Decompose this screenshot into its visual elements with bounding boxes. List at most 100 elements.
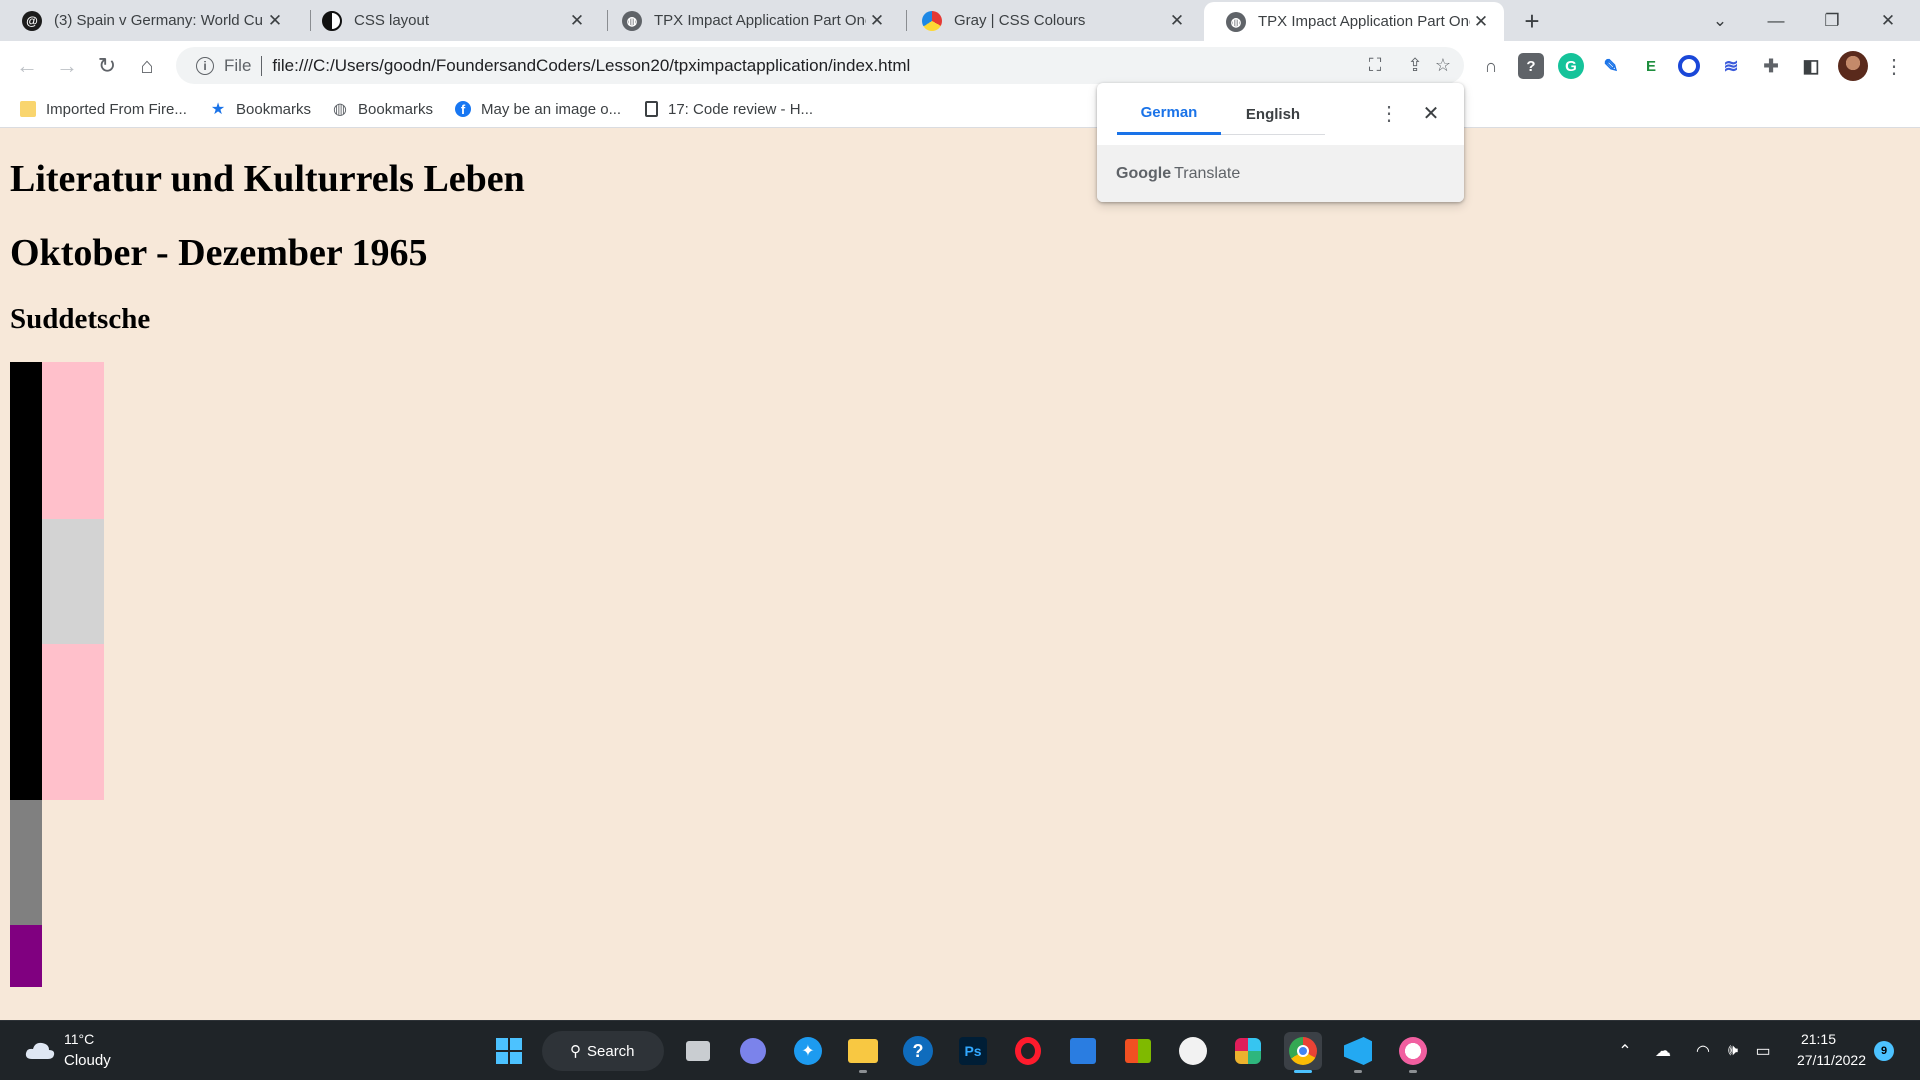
- clock-time[interactable]: 21:15: [1776, 1031, 1836, 1047]
- reload-button[interactable]: ↻: [90, 49, 124, 83]
- close-icon[interactable]: ✕: [566, 10, 588, 32]
- gray-block: [10, 800, 42, 925]
- globe-icon: ◍: [622, 10, 642, 31]
- headphones-extension-icon[interactable]: ∩: [1478, 53, 1504, 79]
- notification-badge[interactable]: 9: [1874, 1041, 1894, 1061]
- bookmark-facebook-image[interactable]: f May be an image o...: [455, 97, 621, 121]
- browser-menu-icon[interactable]: ⋮: [1882, 51, 1906, 81]
- github-desktop-app[interactable]: [1174, 1032, 1212, 1070]
- tab-search-button[interactable]: ⌄: [1692, 0, 1748, 41]
- start-button[interactable]: [490, 1032, 528, 1070]
- opera-icon: [1015, 1037, 1041, 1065]
- translate-footer: Google Translate: [1097, 145, 1464, 202]
- tab-tpx-impact-active[interactable]: ◍ TPX Impact Application Part One ✕: [1204, 2, 1504, 41]
- circle-extension-icon[interactable]: [1678, 55, 1700, 77]
- browser-toolbar: ← → ↻ ⌂ i File file:///C:/Users/goodn/Fo…: [0, 41, 1920, 89]
- google-logo: Google: [1116, 164, 1172, 182]
- bookmark-label: Bookmarks: [358, 100, 434, 118]
- evernote-extension-icon[interactable]: E: [1638, 53, 1664, 79]
- close-icon[interactable]: ✕: [1470, 11, 1492, 33]
- bookmark-bookmarks-globe[interactable]: ◍ Bookmarks: [332, 97, 433, 121]
- profile-avatar[interactable]: [1838, 51, 1868, 81]
- bookmark-star-icon[interactable]: ☆: [1426, 47, 1460, 84]
- close-icon[interactable]: ✕: [1166, 10, 1188, 32]
- feather-extension-icon[interactable]: ✎: [1598, 53, 1624, 79]
- search-label: Search: [587, 1042, 635, 1060]
- wifi-icon[interactable]: ◠: [1690, 1039, 1716, 1063]
- task-view-button[interactable]: [679, 1032, 717, 1070]
- chrome-app[interactable]: [1284, 1032, 1322, 1073]
- url-text[interactable]: file:///C:/Users/goodn/FoundersandCoders…: [272, 56, 910, 76]
- vscode-app[interactable]: [1339, 1032, 1377, 1073]
- chevron-up-icon[interactable]: ⌃: [1612, 1039, 1638, 1063]
- address-bar[interactable]: i File file:///C:/Users/goodn/Foundersan…: [176, 47, 1464, 84]
- chrome-icon: [1289, 1037, 1317, 1065]
- tab-spain-v-germany[interactable]: @ (3) Spain v Germany: World Cup ✕: [0, 0, 298, 41]
- tab-title: (3) Spain v Germany: World Cup: [54, 12, 264, 29]
- back-button[interactable]: ←: [10, 49, 44, 83]
- new-tab-button[interactable]: +: [1517, 6, 1547, 36]
- calendar-app[interactable]: [1064, 1032, 1102, 1070]
- close-icon[interactable]: ✕: [866, 10, 888, 32]
- tab-tpx-impact-1[interactable]: ◍ TPX Impact Application Part One ✕: [600, 0, 900, 41]
- slack-icon: [1235, 1038, 1261, 1064]
- wave-extension-icon[interactable]: ≋: [1718, 53, 1744, 79]
- bookmark-imported-from-firefox[interactable]: Imported From Fire...: [20, 97, 187, 121]
- grammarly-icon[interactable]: G: [1558, 53, 1584, 79]
- tab-title: Gray | CSS Colours: [954, 12, 1086, 29]
- help-extension-icon[interactable]: ?: [1518, 53, 1544, 79]
- tab-german[interactable]: German: [1117, 93, 1221, 135]
- itunes-app[interactable]: [1394, 1032, 1432, 1073]
- weather-temperature[interactable]: 11°C: [64, 1031, 94, 1047]
- taskbar: 11°C Cloudy ⚲ Search ✦ ? Ps ⌃ ☁ ◠ 🕪 ▭ 21…: [0, 1020, 1920, 1080]
- puzzle-extensions-icon[interactable]: ✚: [1758, 53, 1784, 79]
- windows-icon: [496, 1038, 522, 1064]
- clock-date[interactable]: 27/11/2022: [1760, 1052, 1866, 1068]
- volume-icon[interactable]: 🕪: [1720, 1039, 1746, 1063]
- translate-icon[interactable]: ⛶: [1358, 47, 1392, 84]
- taskbar-search[interactable]: ⚲ Search: [542, 1031, 664, 1071]
- side-panel-icon[interactable]: ◧: [1798, 53, 1824, 79]
- close-icon: ✕: [1880, 10, 1896, 30]
- chat-icon: [740, 1038, 766, 1064]
- arrow-left-icon: ←: [16, 53, 38, 78]
- minimize-button[interactable]: —: [1748, 0, 1804, 41]
- slack-app[interactable]: [1229, 1032, 1267, 1070]
- tab-english[interactable]: English: [1221, 93, 1325, 135]
- bookmark-code-review[interactable]: 17: Code review - H...: [645, 97, 813, 121]
- tab-css-layout[interactable]: CSS layout ✕: [300, 0, 600, 41]
- onedrive-icon[interactable]: ☁: [1650, 1039, 1676, 1063]
- microsoft-store-app[interactable]: [1119, 1032, 1157, 1070]
- page-content: Literatur und Kulturrels Leben Oktober -…: [0, 128, 1920, 1020]
- twitter-icon: ✦: [794, 1037, 822, 1065]
- home-button[interactable]: ⌂: [130, 49, 164, 83]
- forward-button[interactable]: →: [50, 49, 84, 83]
- weather-condition[interactable]: Cloudy: [64, 1052, 111, 1069]
- search-icon: ⚲: [570, 1043, 581, 1060]
- music-icon: [1399, 1037, 1427, 1065]
- teams-chat-app[interactable]: [734, 1032, 772, 1070]
- translate-label: Translate: [1174, 164, 1241, 182]
- folder-icon: [848, 1039, 878, 1063]
- tab-title: TPX Impact Application Part One: [654, 12, 866, 29]
- cloud-icon[interactable]: [24, 1039, 56, 1061]
- globe-icon: ◍: [333, 101, 347, 118]
- close-icon[interactable]: ✕: [1419, 101, 1443, 125]
- lightgray-block: [42, 519, 104, 644]
- more-options-icon[interactable]: ⋮: [1377, 101, 1401, 125]
- file-explorer-app[interactable]: [844, 1032, 882, 1073]
- get-help-app[interactable]: ?: [899, 1032, 937, 1070]
- pink-block-bottom: [42, 644, 104, 800]
- star-icon: ★: [210, 101, 226, 118]
- tab-gray-css-colours[interactable]: Gray | CSS Colours ✕: [900, 0, 1200, 41]
- opera-app[interactable]: [1009, 1032, 1047, 1070]
- page-heading-source: Suddetsche: [10, 303, 151, 335]
- home-icon: ⌂: [140, 53, 154, 78]
- twitter-app[interactable]: ✦: [789, 1032, 827, 1070]
- info-icon[interactable]: i: [196, 56, 214, 75]
- bookmark-bookmarks-star[interactable]: ★ Bookmarks: [210, 97, 311, 121]
- restore-button[interactable]: ❐: [1804, 0, 1860, 41]
- close-icon[interactable]: ✕: [264, 10, 286, 32]
- close-window-button[interactable]: ✕: [1860, 0, 1916, 41]
- photoshop-app[interactable]: Ps: [954, 1032, 992, 1070]
